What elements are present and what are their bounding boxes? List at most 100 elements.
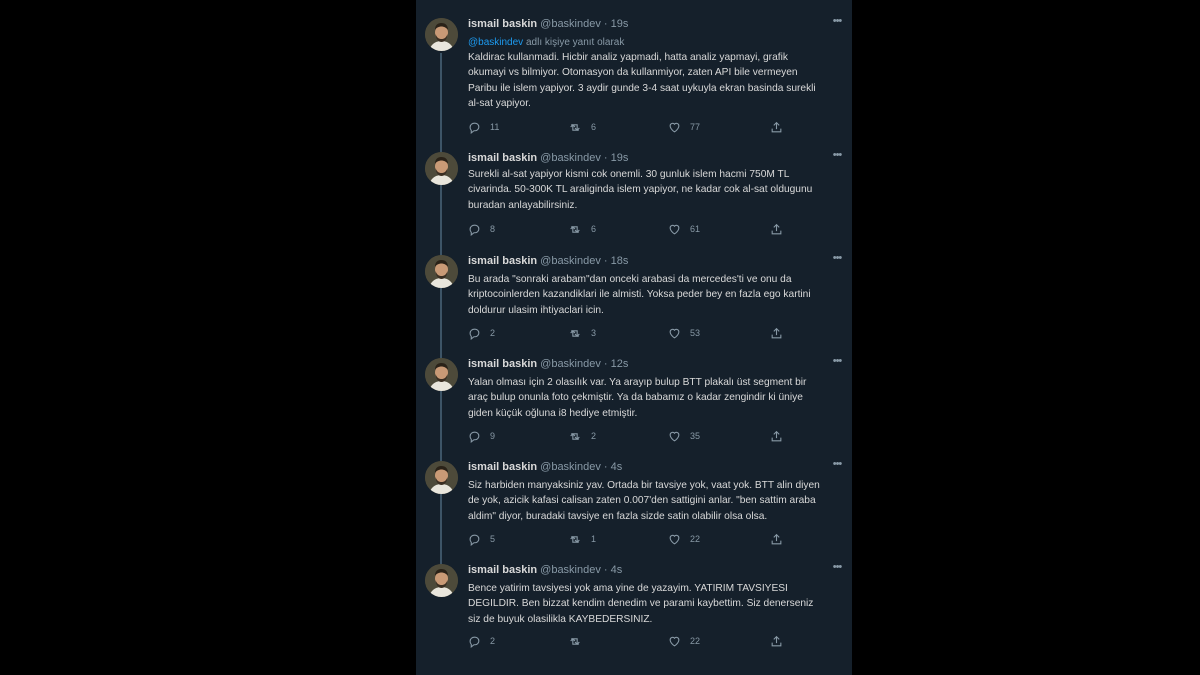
tweet-text-line: aldim" diyor, buradaki tavsiye en fazla … — [468, 510, 768, 522]
retweet-button[interactable]: 6 — [568, 120, 596, 134]
tweet-text-line: Surekli al-sat yapiyor kismi cok onemli.… — [468, 169, 790, 180]
like-count: 22 — [690, 534, 701, 544]
tweet-time[interactable]: 4s — [611, 461, 623, 473]
tweet-text-line: de yok, azicik kafasi calisan zaten 0.00… — [468, 495, 816, 507]
avatar[interactable] — [425, 18, 458, 51]
tweet-1[interactable]: ismail baskin @baskindev · 19s ••• @bask… — [416, 0, 852, 134]
retweet-button[interactable]: 1 — [568, 532, 596, 546]
user-name[interactable]: ismail baskin — [468, 461, 537, 473]
separator-dot: · — [603, 564, 608, 576]
user-name[interactable]: ismail baskin — [468, 18, 537, 30]
reply-icon — [469, 224, 480, 236]
retweet-button[interactable]: 3 — [568, 326, 596, 340]
reply-count: 5 — [490, 534, 496, 544]
heart-icon — [669, 122, 680, 132]
reply-context-label: adlı kişiye yanıt olarak — [525, 37, 625, 48]
share-icon — [771, 121, 782, 132]
tweet-text: Yalan olması için 2 olasılık var. Ya ara… — [468, 375, 846, 421]
tweet-time[interactable]: 19s — [611, 18, 629, 30]
retweet-count: 6 — [591, 224, 597, 234]
separator-dot: · — [603, 255, 608, 267]
avatar[interactable] — [425, 152, 458, 185]
tweet-time[interactable]: 19s — [611, 152, 629, 164]
heart-icon — [669, 328, 680, 338]
tweet-text-line: civarinda. 50-300K TL araliginda islem y… — [468, 184, 813, 196]
retweet-icon — [570, 535, 580, 543]
like-button[interactable]: 61 — [668, 222, 700, 236]
share-button[interactable] — [770, 429, 792, 443]
more-icon[interactable]: ••• — [830, 356, 844, 367]
reply-button[interactable]: 11 — [468, 120, 499, 134]
share-button[interactable] — [770, 326, 792, 340]
reply-button[interactable]: 8 — [468, 222, 495, 236]
tweet-5[interactable]: ismail baskin @baskindev · 4s ••• Siz ha… — [416, 443, 852, 546]
share-button[interactable] — [770, 634, 792, 648]
tweet-text-line: Paribu ile islem yapiyor. 3 aydir gunde … — [468, 82, 816, 94]
like-button[interactable]: 53 — [668, 326, 700, 340]
avatar[interactable] — [425, 461, 458, 494]
user-handle[interactable]: @baskindev — [540, 255, 601, 267]
more-icon[interactable]: ••• — [830, 562, 844, 573]
tweet-time[interactable]: 4s — [611, 564, 623, 576]
avatar[interactable] — [425, 358, 458, 391]
share-icon — [771, 327, 782, 338]
user-handle[interactable]: @baskindev — [540, 152, 601, 164]
avatar[interactable] — [425, 255, 458, 288]
retweet-button[interactable]: 6 — [568, 222, 596, 236]
like-button[interactable]: 22 — [668, 634, 700, 648]
user-handle[interactable]: @baskindev — [540, 564, 601, 576]
tweet-3[interactable]: ismail baskin @baskindev · 18s ••• Bu ar… — [416, 237, 852, 340]
tweet-text-line: Siz harbiden manyaksiniz yav. Ortada bir… — [468, 480, 820, 491]
tweet-header: ismail baskin @baskindev · 12s — [468, 357, 844, 371]
retweet-button[interactable] — [568, 634, 591, 648]
more-icon[interactable]: ••• — [830, 16, 844, 27]
like-button[interactable]: 35 — [668, 429, 700, 443]
reply-button[interactable]: 2 — [468, 326, 495, 340]
tweet-4[interactable]: ismail baskin @baskindev · 12s ••• Yalan… — [416, 340, 852, 443]
like-count: 35 — [690, 431, 701, 441]
more-icon[interactable]: ••• — [830, 150, 844, 161]
tweet-text-line: buradan anlayabilirsiniz. — [468, 199, 578, 211]
tweet-time[interactable]: 12s — [611, 358, 629, 370]
like-button[interactable]: 77 — [668, 120, 700, 134]
reply-count: 11 — [490, 122, 500, 132]
tweet-header: ismail baskin @baskindev · 18s — [468, 254, 844, 268]
tweet-text-line: doldurur ulasim ihtiyaclari icin. — [468, 304, 604, 316]
tweet-text-line: giden küçük oğluna i8 hediye etmiştir. — [468, 407, 638, 419]
tweet-text-line: kriptocoinlerden kazandiklari ile almist… — [468, 289, 811, 301]
tweet-2[interactable]: ismail baskin @baskindev · 19s ••• Surek… — [416, 134, 852, 237]
avatar[interactable] — [425, 564, 458, 597]
like-button[interactable]: 22 — [668, 532, 700, 546]
reply-icon — [469, 328, 480, 340]
reply-mention-link[interactable]: @baskindev — [468, 37, 523, 48]
user-handle[interactable]: @baskindev — [540, 18, 601, 30]
tweet-actions: 8 6 61 — [468, 222, 798, 236]
tweet-6[interactable]: ismail baskin @baskindev · 4s ••• Bence … — [416, 546, 852, 649]
tweet-text-line: siz de buyuk olasilikla KAYBEDERSINIZ. — [468, 613, 653, 625]
user-name[interactable]: ismail baskin — [468, 358, 537, 370]
user-name[interactable]: ismail baskin — [468, 152, 537, 164]
tweet-text-line: Bu arada "sonraki arabam"dan onceki arab… — [468, 274, 792, 285]
like-count: 61 — [690, 224, 701, 234]
more-icon[interactable]: ••• — [830, 459, 844, 470]
share-button[interactable] — [770, 222, 792, 236]
user-name[interactable]: ismail baskin — [468, 564, 537, 576]
reply-button[interactable]: 5 — [468, 532, 495, 546]
reply-button[interactable]: 9 — [468, 429, 495, 443]
reply-button[interactable]: 2 — [468, 634, 495, 648]
reply-icon — [469, 431, 480, 443]
user-name[interactable]: ismail baskin — [468, 255, 537, 267]
tweet-header: ismail baskin @baskindev · 19s — [468, 151, 844, 165]
separator-dot: · — [603, 461, 608, 473]
user-handle[interactable]: @baskindev — [540, 461, 601, 473]
more-icon[interactable]: ••• — [830, 253, 844, 264]
retweet-button[interactable]: 2 — [568, 429, 596, 443]
tweet-actions: 2 22 — [468, 634, 798, 648]
share-button[interactable] — [770, 120, 792, 134]
separator-dot: · — [603, 152, 608, 164]
tweet-text: Bence yatirim tavsiyesi yok ama yine de … — [468, 581, 846, 627]
tweet-time[interactable]: 18s — [611, 255, 629, 267]
share-button[interactable] — [770, 532, 792, 546]
user-handle[interactable]: @baskindev — [540, 358, 601, 370]
retweet-icon — [570, 432, 580, 440]
